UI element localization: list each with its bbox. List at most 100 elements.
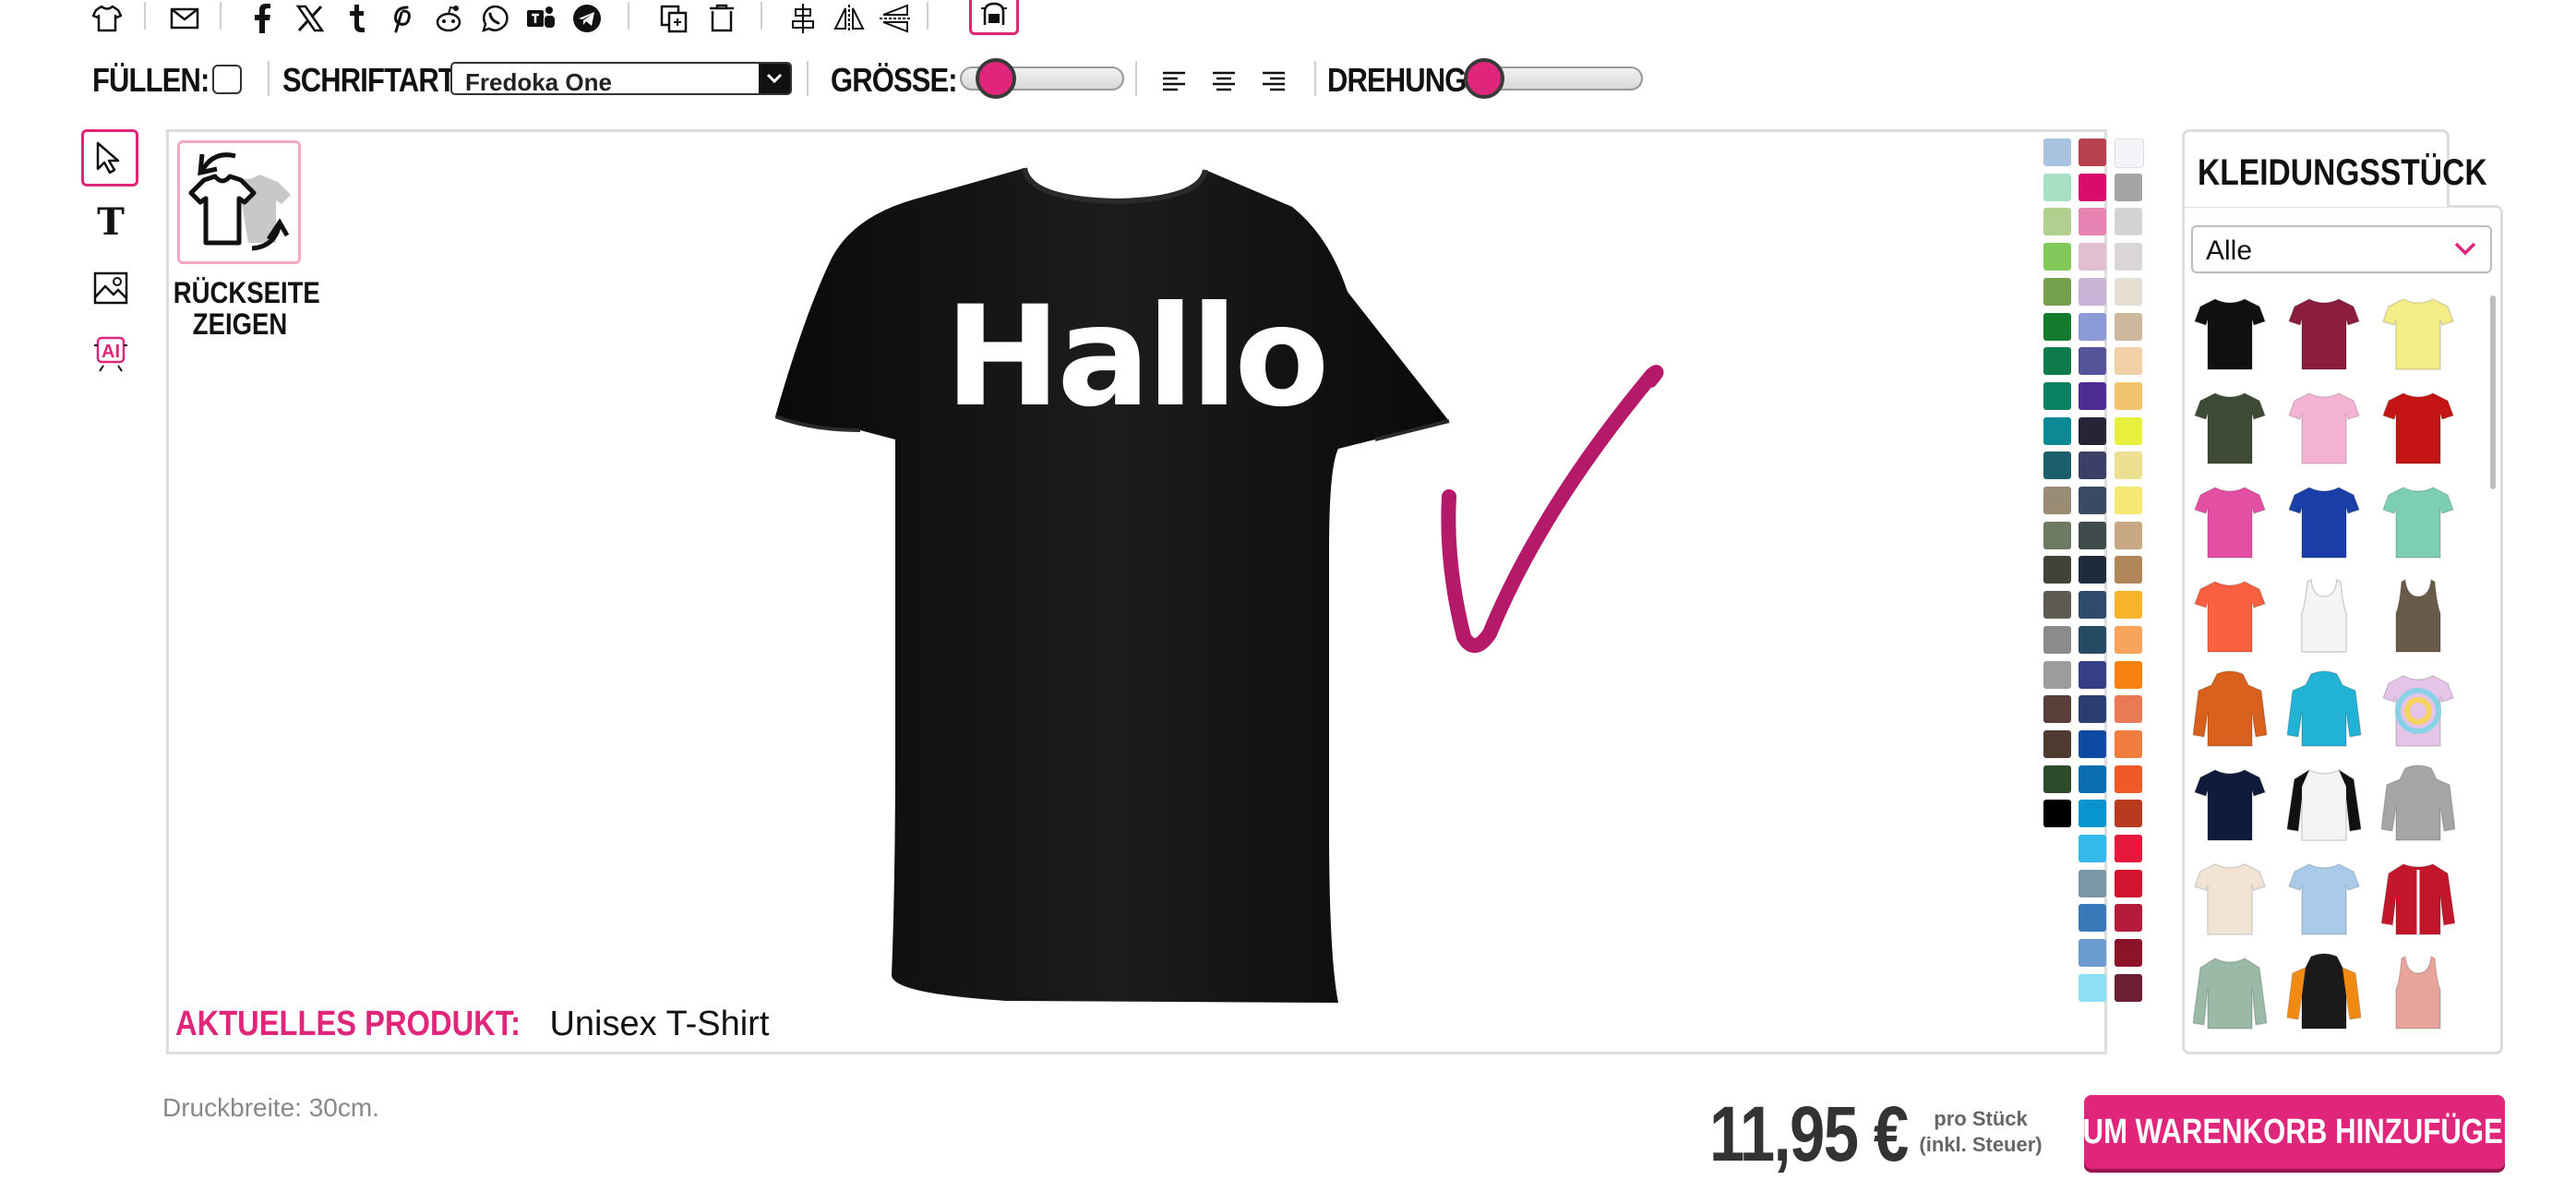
color-swatch[interactable]: [2115, 591, 2142, 620]
color-swatch[interactable]: [2079, 835, 2106, 862]
duplicate-icon[interactable]: [655, 0, 692, 37]
telegram-icon[interactable]: [569, 0, 605, 37]
color-swatch[interactable]: [2115, 765, 2142, 793]
align-center-text-icon[interactable]: [1205, 63, 1242, 100]
reddit-icon[interactable]: [430, 0, 467, 37]
x-icon[interactable]: [292, 0, 329, 37]
color-swatch[interactable]: [2079, 381, 2106, 410]
color-swatch[interactable]: [2043, 381, 2071, 410]
color-swatch[interactable]: [2079, 312, 2106, 341]
color-swatch[interactable]: [2079, 173, 2106, 201]
color-swatch[interactable]: [2079, 939, 2106, 968]
color-swatch[interactable]: [2115, 939, 2142, 968]
color-swatch[interactable]: [2115, 729, 2142, 758]
garment-item-tshirt-yellow[interactable]: [2381, 294, 2455, 373]
garment-scrollbar[interactable]: [2490, 295, 2496, 489]
color-swatch[interactable]: [2043, 347, 2071, 376]
flip-horizontal-icon[interactable]: [831, 0, 868, 37]
garment-item-tshirt-mint[interactable]: [2381, 482, 2455, 561]
color-swatch[interactable]: [2079, 729, 2106, 758]
back-side-button[interactable]: [177, 140, 301, 264]
color-swatch[interactable]: [2079, 973, 2106, 1002]
align-center-icon[interactable]: [785, 0, 821, 37]
color-swatch[interactable]: [2079, 800, 2106, 828]
garment-item-tshirt-pink[interactable]: [2287, 388, 2361, 467]
color-swatch[interactable]: [2043, 591, 2071, 620]
garment-item-tshirt-navy[interactable]: [2193, 765, 2267, 844]
garment-item-tshirt-cream[interactable]: [2193, 859, 2267, 938]
color-swatch[interactable]: [2115, 243, 2142, 271]
garment-item-raglan-black-white[interactable]: [2287, 765, 2361, 844]
color-swatch[interactable]: [2079, 695, 2106, 724]
color-swatch[interactable]: [2043, 487, 2071, 514]
shirt-icon[interactable]: [89, 0, 126, 37]
garment-item-tshirt-red[interactable]: [2381, 388, 2455, 467]
freehand-drawing[interactable]: [1431, 360, 1671, 674]
color-swatch[interactable]: [2115, 904, 2142, 933]
color-swatch[interactable]: [2115, 869, 2142, 897]
rotation-slider-thumb[interactable]: [1464, 58, 1504, 99]
color-swatch[interactable]: [2079, 487, 2106, 514]
facebook-icon[interactable]: [244, 0, 281, 37]
garment-item-hoodie-black-orange[interactable]: [2287, 953, 2361, 1032]
shirt-text[interactable]: Hallo: [945, 277, 1330, 438]
image-tool-icon[interactable]: [81, 260, 140, 316]
garment-item-tanktop-brown[interactable]: [2381, 576, 2455, 656]
garment-item-tshirt-tiedye[interactable]: [2381, 670, 2455, 750]
garment-item-tshirt-royal[interactable]: [2287, 482, 2361, 561]
trash-icon[interactable]: [703, 0, 740, 37]
color-swatch[interactable]: [2043, 556, 2071, 584]
color-swatch[interactable]: [2079, 347, 2106, 376]
color-swatch[interactable]: [2079, 556, 2106, 584]
garment-item-tshirt-black[interactable]: [2193, 294, 2267, 373]
garment-item-jacket-red[interactable]: [2381, 859, 2455, 938]
color-swatch[interactable]: [2115, 416, 2142, 445]
add-to-cart-button[interactable]: ZUM WARENKORB HINZUFÜGEN: [2066, 1095, 2523, 1169]
garment-item-tanktop-white[interactable]: [2287, 576, 2361, 656]
flip-vertical-icon[interactable]: [877, 0, 914, 37]
color-swatch[interactable]: [2079, 521, 2106, 549]
color-swatch[interactable]: [2043, 695, 2071, 724]
color-swatch[interactable]: [2115, 625, 2142, 654]
color-swatch[interactable]: [2043, 138, 2071, 166]
color-swatch[interactable]: [2043, 277, 2071, 306]
color-swatch[interactable]: [2079, 869, 2106, 897]
font-select[interactable]: Fredoka One: [450, 62, 792, 96]
color-swatch[interactable]: [2043, 312, 2071, 341]
color-swatch[interactable]: [2043, 243, 2071, 271]
color-swatch[interactable]: [2115, 277, 2142, 306]
color-swatch[interactable]: [2115, 347, 2142, 376]
garment-item-tshirt-maroon[interactable]: [2287, 294, 2361, 373]
garment-item-tshirt-coral[interactable]: [2193, 576, 2267, 656]
garment-item-hoodie-orange[interactable]: [2193, 670, 2267, 750]
color-swatch[interactable]: [2043, 452, 2071, 480]
color-swatch[interactable]: [2115, 800, 2142, 828]
color-swatch[interactable]: [2043, 660, 2071, 689]
color-swatch[interactable]: [2043, 173, 2071, 201]
teams-icon[interactable]: [522, 0, 559, 37]
color-swatch[interactable]: [2043, 208, 2071, 236]
color-swatch[interactable]: [2115, 381, 2142, 410]
color-swatch[interactable]: [2043, 765, 2071, 793]
color-swatch[interactable]: [2079, 904, 2106, 933]
select-tool-icon[interactable]: [81, 129, 138, 187]
color-swatch[interactable]: [2115, 835, 2142, 862]
color-swatch[interactable]: [2043, 625, 2071, 654]
garment-item-longsleeve-sage[interactable]: [2193, 953, 2267, 1032]
fill-checkbox[interactable]: [212, 65, 242, 94]
color-swatch[interactable]: [2079, 625, 2106, 654]
garment-item-hoodie-grey[interactable]: [2381, 765, 2455, 844]
color-swatch[interactable]: [2043, 800, 2071, 828]
color-swatch[interactable]: [2115, 660, 2142, 689]
garment-item-tshirt-lightblue[interactable]: [2287, 859, 2361, 938]
color-swatch[interactable]: [2115, 173, 2142, 201]
tab-garment[interactable]: KLEIDUNGSSTÜCK: [2182, 129, 2487, 207]
align-right-icon[interactable]: [1255, 63, 1292, 100]
color-swatch[interactable]: [2079, 660, 2106, 689]
color-swatch[interactable]: [2115, 973, 2142, 1002]
ai-tool-icon[interactable]: AI: [81, 325, 140, 380]
color-swatch[interactable]: [2043, 729, 2071, 758]
color-swatch[interactable]: [2115, 452, 2142, 480]
color-swatch[interactable]: [2115, 487, 2142, 514]
text-tool-icon[interactable]: T: [81, 194, 140, 249]
